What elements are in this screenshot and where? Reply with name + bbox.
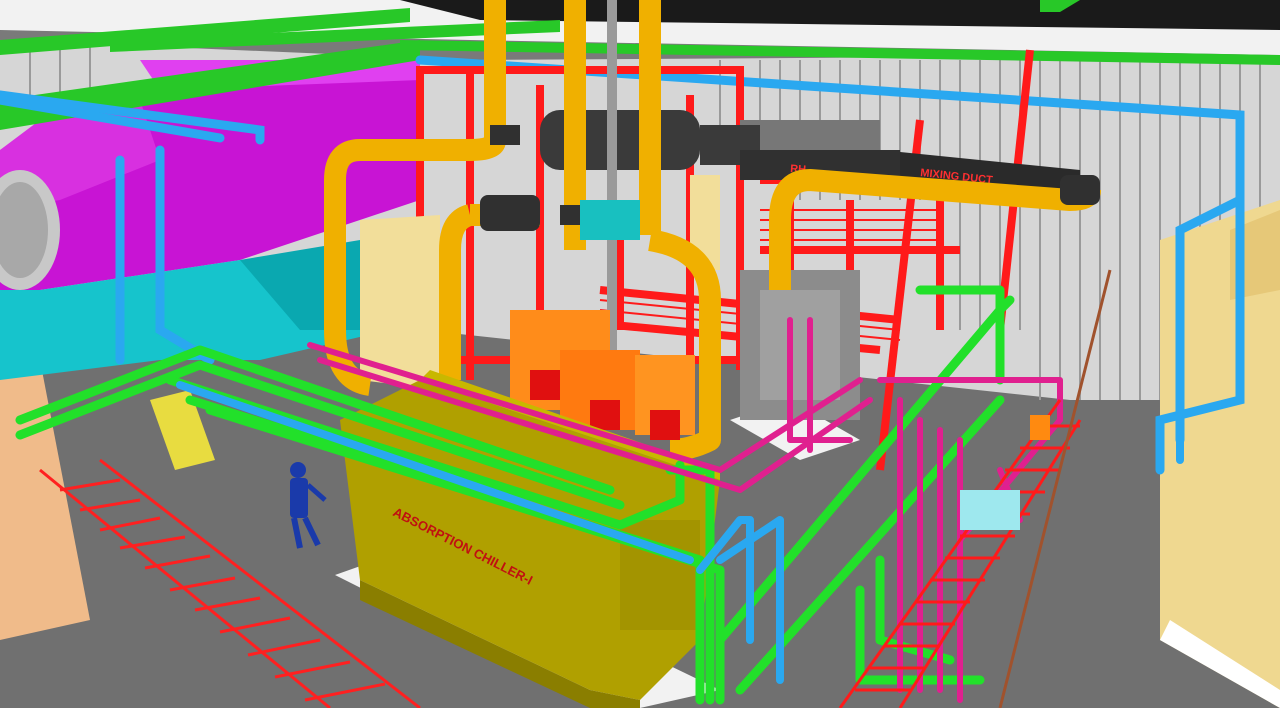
teal-block xyxy=(580,200,640,240)
plant-room-scene: RH MIXING DUCT ABSORPTION CHILLER-I xyxy=(0,0,1280,708)
cyan-small-equipment xyxy=(960,490,1020,530)
orange-small-valve xyxy=(1030,415,1050,440)
